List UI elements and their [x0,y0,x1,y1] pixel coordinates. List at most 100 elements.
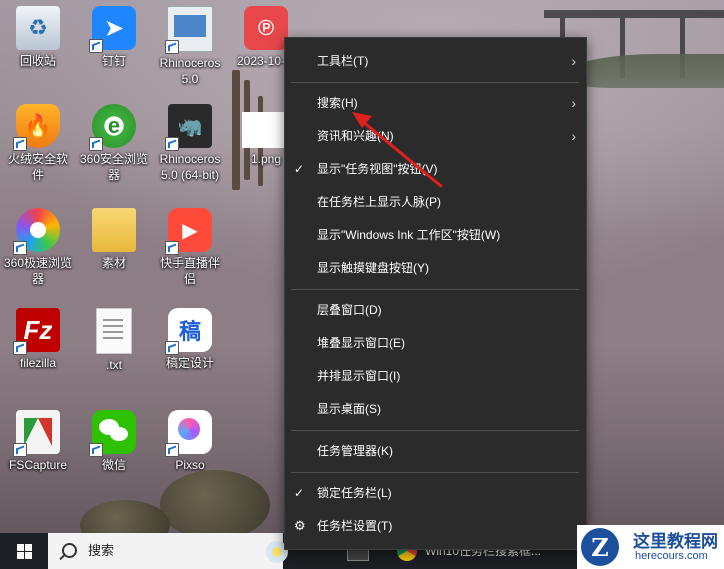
menu-item-lock-taskbar[interactable]: ✓ 锁定任务栏(L) [285,477,586,509]
taskbar-context-menu: 工具栏(T) › 搜索(H) › 资讯和兴趣(N) › ✓ 显示"任务视图"按钮… [284,37,587,550]
menu-separator [291,289,579,290]
image-file-icon [242,112,290,148]
gear-icon: ⚙ [294,518,306,533]
menu-item-task-manager[interactable]: 任务管理器(K) [285,435,586,467]
desktop-icon-label: 360安全浏览器 [79,152,149,182]
menu-item-label: 资讯和兴趣(N) [317,129,394,143]
pixso-icon [165,410,212,457]
shortcut-arrow-icon [165,443,179,457]
rhinoceros-64-icon: 🦏 [165,104,212,151]
menu-item-label: 搜索(H) [317,96,358,110]
shortcut-arrow-icon [13,241,27,255]
desktop-icon-label: Pixso [175,458,205,472]
watermark-title: 这里教程网 [633,532,718,552]
desktop-icon-rhinoceros-64[interactable]: 🦏 Rhinoceros 5.0 (64-bit) [155,104,225,183]
bridge-deck [544,10,724,18]
desktop-icon-label: .txt [105,358,122,372]
watermark-url: herecours.com [635,550,708,562]
menu-item-label: 工具栏(T) [317,54,369,68]
menu-item-label: 堆叠显示窗口(E) [317,336,405,350]
desktop-icon-fscapture[interactable]: FSCapture [3,410,73,473]
desktop-icon-label: 素材 [101,256,126,270]
menu-item-windows-ink[interactable]: 显示"Windows Ink 工作区"按钮(W) [285,219,586,251]
desktop-icon-360-browser[interactable]: e 360安全浏览器 [79,104,149,183]
menu-item-show-desktop[interactable]: 显示桌面(S) [285,393,586,425]
360-browser-icon: e [89,104,136,151]
desktop-icon-label: Rhinoceros 5.0 [159,56,221,86]
menu-item-label: 锁定任务栏(L) [317,486,392,500]
watermark-logo: Z [581,528,619,566]
desktop-icon-label: 微信 [101,458,126,472]
start-button[interactable] [0,533,48,569]
desktop-icon-label: 钉钉 [101,54,126,68]
folder-icon [92,208,136,252]
menu-separator [291,82,579,83]
360-speed-browser-icon [13,208,60,255]
menu-item-label: 显示触摸键盘按钮(Y) [317,261,429,275]
dingtalk-icon: ➤ [89,6,136,53]
shortcut-arrow-icon [89,443,103,457]
menu-item-touch-keyboard[interactable]: 显示触摸键盘按钮(Y) [285,252,586,284]
shortcut-arrow-icon [165,137,179,151]
text-file-icon [96,308,132,354]
desktop-icon-label: 火绒安全软件 [7,152,68,182]
presentation-file-icon: ℗ [244,6,288,50]
desktop-icon-label: filezilla [19,356,56,370]
desktop-icon-label: 稿定设计 [165,356,214,370]
kuaishou-live-icon: ▶ [165,208,212,255]
menu-item-search[interactable]: 搜索(H) › [285,87,586,119]
shortcut-arrow-icon [89,137,103,151]
menu-item-label: 显示"任务视图"按钮(V) [317,162,438,176]
rhinoceros-icon [165,6,213,54]
desktop-icon-folder[interactable]: 素材 [79,208,149,271]
menu-item-news-interests[interactable]: 资讯和兴趣(N) › [285,120,586,152]
shortcut-arrow-icon [165,341,179,355]
menu-item-label: 任务管理器(K) [317,444,393,458]
menu-item-toolbars[interactable]: 工具栏(T) › [285,45,586,77]
desktop-icon-gaoding[interactable]: 稿 稿定设计 [155,308,225,371]
windows-logo-icon [16,543,32,559]
desktop-icon-rhinoceros[interactable]: Rhinoceros 5.0 [155,6,225,87]
checkmark-icon: ✓ [294,486,305,500]
desktop-icon-dingtalk[interactable]: ➤ 钉钉 [79,6,149,69]
desktop-icon-pixso[interactable]: Pixso [155,410,225,473]
desktop-icon-label: FSCapture [8,458,68,472]
huorong-shield-icon: 🔥 [13,104,60,151]
desktop-icon-recycle-bin[interactable]: ♻ 回收站 [3,6,73,69]
menu-item-label: 任务栏设置(T) [317,519,393,533]
desktop-icon-label: Rhinoceros 5.0 (64-bit) [159,152,221,182]
menu-item-stack-windows[interactable]: 堆叠显示窗口(E) [285,327,586,359]
taskbar-search-box[interactable]: 搜索 [48,533,283,569]
site-watermark: Z 这里教程网 herecours.com [577,525,724,569]
filezilla-icon: Fz [13,308,60,355]
shortcut-arrow-icon [165,241,179,255]
search-icon [62,543,77,558]
desktop-icon-txt[interactable]: .txt [79,308,149,373]
chevron-right-icon: › [571,53,576,69]
menu-item-label: 在任务栏上显示人脉(P) [317,195,441,209]
menu-separator [291,430,579,431]
menu-item-side-by-side[interactable]: 并排显示窗口(I) [285,360,586,392]
menu-item-taskbar-settings[interactable]: ⚙ 任务栏设置(T) [285,510,586,542]
desktop-icon-wechat[interactable]: 微信 [79,410,149,473]
shortcut-arrow-icon [13,341,27,355]
gaoding-design-icon: 稿 [165,308,212,355]
desktop-icon-kuaishou[interactable]: ▶ 快手直播伴侣 [155,208,225,287]
shortcut-arrow-icon [89,39,103,53]
desktop-icon-huorong[interactable]: 🔥 火绒安全软件 [3,104,73,183]
fscapture-icon [13,410,60,457]
recycle-bin-icon: ♻ [16,6,60,50]
menu-item-task-view-button[interactable]: ✓ 显示"任务视图"按钮(V) [285,153,586,185]
checkmark-icon: ✓ [294,162,305,176]
menu-item-cascade-windows[interactable]: 层叠窗口(D) [285,294,586,326]
shortcut-arrow-icon [13,137,27,151]
menu-item-label: 显示桌面(S) [317,402,381,416]
desktop-icon-label: 回收站 [19,54,56,68]
desktop-icon-filezilla[interactable]: Fz filezilla [3,308,73,371]
chevron-right-icon: › [571,128,576,144]
menu-item-show-people[interactable]: 在任务栏上显示人脉(P) [285,186,586,218]
menu-item-label: 并排显示窗口(I) [317,369,401,383]
desktop-icon-360-speed-browser[interactable]: 360极速浏览器 [3,208,73,287]
search-box-label: 搜索 [88,543,115,558]
menu-item-label: 显示"Windows Ink 工作区"按钮(W) [317,228,501,242]
